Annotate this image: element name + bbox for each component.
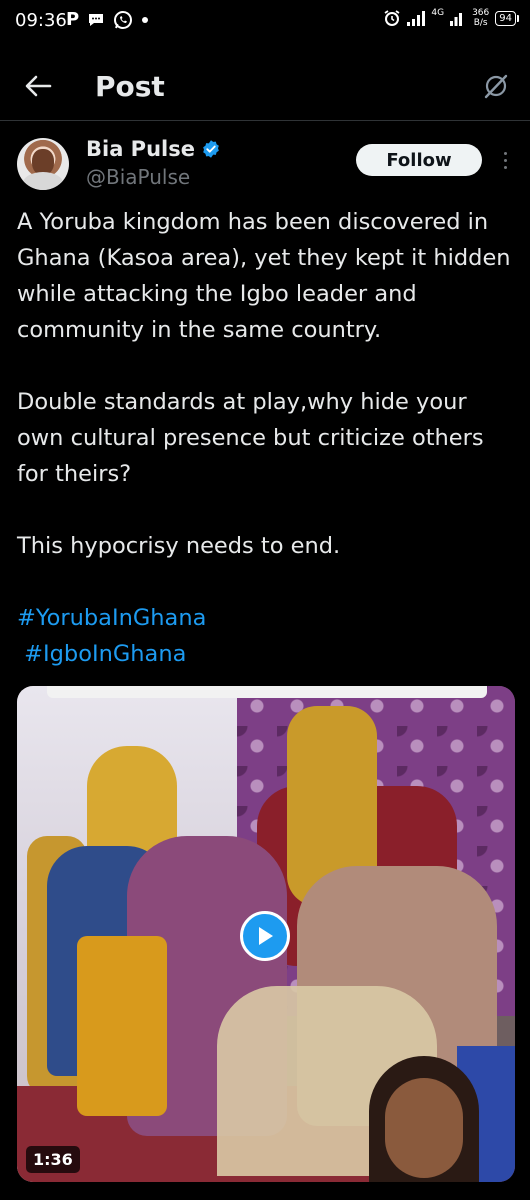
more-dot [503, 151, 507, 155]
net-speed: 366 B/s [472, 8, 489, 28]
net-speed-unit: B/s [473, 18, 488, 28]
status-notification-icons: P [66, 9, 149, 30]
grok-icon [484, 74, 508, 99]
tweet-paragraph-1: A Yoruba kingdom has been discovered in … [17, 209, 511, 343]
header-divider [0, 120, 530, 121]
back-button[interactable] [18, 66, 58, 106]
status-bar: 09:36 P 4G 366 B/s 94 [0, 0, 530, 44]
author-name-row[interactable]: Bia Pulse [86, 137, 221, 161]
whatsapp-icon [113, 10, 133, 30]
hashtag-yoruba-in-ghana[interactable]: #YorubaInGhana [17, 600, 517, 636]
tweet-text: A Yoruba kingdom has been discovered in … [17, 204, 517, 672]
verified-badge-icon [201, 139, 221, 159]
arrow-left-icon [25, 75, 52, 97]
follow-button[interactable]: Follow [356, 144, 482, 176]
grok-button[interactable] [476, 66, 516, 106]
video-thumbnail[interactable]: 1:36 [17, 686, 515, 1182]
avatar-shirt [23, 172, 63, 190]
more-dot [503, 165, 507, 169]
status-time: 09:36 [15, 10, 67, 31]
scene-reaction-face [385, 1078, 463, 1178]
more-options-button[interactable] [494, 148, 516, 172]
network-type: 4G [431, 8, 445, 18]
scene-yellow-robe [77, 936, 167, 1116]
p-icon: P [66, 9, 80, 30]
video-duration: 1:36 [26, 1146, 80, 1173]
play-icon [259, 927, 273, 945]
play-button[interactable] [240, 911, 290, 961]
page-title: Post [95, 70, 165, 103]
top-app-bar: Post [0, 50, 530, 120]
dot-icon [141, 16, 149, 24]
more-dot [503, 158, 507, 162]
battery-indicator: 94 [495, 10, 519, 26]
scene-top-strip [47, 686, 487, 698]
tweet-paragraph-3: This hypocrisy needs to end. [17, 533, 341, 559]
author-handle[interactable]: @BiaPulse [86, 165, 190, 189]
alarm-icon [383, 9, 401, 27]
net-speed-value: 366 [472, 8, 490, 18]
hashtag-igbo-in-ghana[interactable]: #IgboInGhana [17, 636, 517, 672]
author-name[interactable]: Bia Pulse [86, 137, 195, 161]
signal-icon [407, 10, 429, 26]
chat-bubble-icon [87, 11, 105, 29]
tweet-paragraph-2: Double standards at play,why hide your o… [17, 389, 484, 487]
author-avatar[interactable] [17, 138, 69, 190]
signal-icon-2 [450, 10, 466, 26]
status-system-icons: 4G 366 B/s 94 [383, 8, 519, 28]
